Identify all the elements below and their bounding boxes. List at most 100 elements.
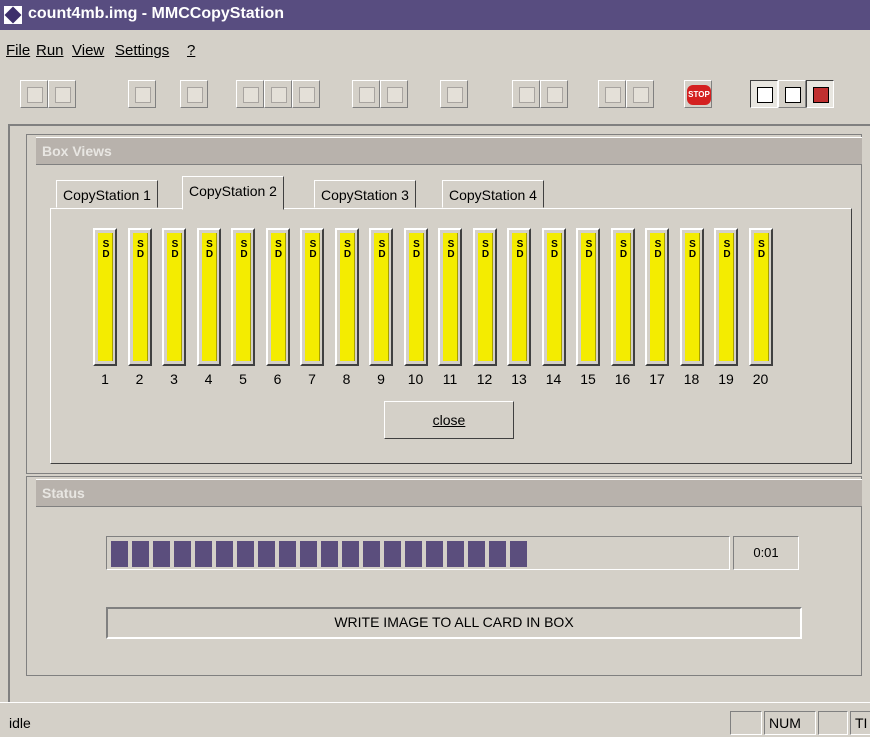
app-icon[interactable] (4, 6, 22, 24)
copy-button[interactable] (20, 80, 48, 108)
menu-run[interactable]: Run (36, 42, 64, 59)
paste-icon (55, 87, 71, 103)
sd-card-label: SD (550, 239, 559, 260)
new-icon (633, 87, 649, 103)
load-button-3[interactable] (292, 80, 320, 108)
load-button-1[interactable] (236, 80, 264, 108)
copy-icon (27, 87, 43, 103)
read-image-button[interactable] (180, 80, 208, 108)
slot-number: 6 (273, 371, 282, 387)
card-slot-5[interactable]: SD (231, 228, 255, 366)
progress-segment (237, 541, 254, 567)
card-slot-7[interactable]: SD (300, 228, 324, 366)
stop-button[interactable]: STOP (684, 80, 712, 108)
card-slot-4[interactable]: SD (196, 228, 221, 366)
card-slot-6[interactable]: SD (265, 228, 290, 366)
menu-settings[interactable]: Settings (115, 42, 169, 59)
progress-segment (321, 541, 338, 567)
list-down-icon (547, 87, 563, 103)
edit-button[interactable] (440, 80, 468, 108)
card-slot-9[interactable]: SD (369, 228, 393, 366)
sd-card: SD (201, 233, 217, 361)
card-slot-17[interactable]: SD (645, 228, 669, 366)
card-slot-13[interactable]: SD (507, 228, 531, 366)
card-slot-14[interactable]: SD (541, 228, 566, 366)
sd-card-label: SD (343, 239, 352, 260)
card-slot-2[interactable]: SD (127, 228, 152, 366)
menu-settings-label: Settings (115, 42, 170, 59)
progress-segment (300, 541, 317, 567)
window-title: count4mb.img - MMCCopyStation (28, 5, 284, 22)
slot-number: 13 (511, 371, 527, 387)
sd-card-label: SD (481, 239, 490, 260)
title-bar[interactable]: count4mb.img - MMCCopyStation (0, 0, 870, 30)
progress-segment (426, 541, 443, 567)
sort-button[interactable] (598, 80, 626, 108)
list-button-2[interactable] (540, 80, 568, 108)
progress-segment (468, 541, 485, 567)
card-slot-1[interactable]: SD (93, 228, 117, 366)
status-view-toggle[interactable] (806, 80, 834, 108)
tab-copystation-1[interactable]: CopyStation 1 (56, 180, 158, 208)
progress-segment (342, 541, 359, 567)
menu-help[interactable]: ? (187, 42, 195, 59)
slot-number: 8 (342, 371, 351, 387)
slot-number: 17 (649, 371, 665, 387)
menu-run-label: Run (36, 42, 64, 59)
edit-icon (447, 87, 463, 103)
close-button[interactable]: close (384, 401, 514, 439)
sd-card-label: SD (136, 239, 145, 260)
progress-segment (405, 541, 422, 567)
pencil-card-icon (387, 87, 403, 103)
sort-icon (605, 87, 621, 103)
card-slot-16[interactable]: SD (610, 228, 635, 366)
print-button[interactable] (128, 80, 156, 108)
card-slot-15[interactable]: SD (576, 228, 600, 366)
tab-copystation-4[interactable]: CopyStation 4 (442, 180, 544, 208)
progress-segment (216, 541, 233, 567)
menu-file[interactable]: File (6, 42, 30, 59)
new-button[interactable] (626, 80, 654, 108)
slot-number: 15 (580, 371, 596, 387)
tab-copystation-3[interactable]: CopyStation 3 (314, 180, 416, 208)
status-indicator-tail: TI (850, 711, 870, 735)
menu-view-label: View (72, 42, 105, 59)
progress-segment (153, 541, 170, 567)
progress-segment (447, 541, 464, 567)
slot-number: 2 (135, 371, 144, 387)
load-button-2[interactable] (264, 80, 292, 108)
card-slot-11[interactable]: SD (438, 228, 462, 366)
paste-button[interactable] (48, 80, 76, 108)
slot-number: 3 (170, 371, 178, 387)
card-slot-3[interactable]: SD (162, 228, 186, 366)
elapsed-time: 0:01 (733, 536, 799, 570)
card-slot-19[interactable]: SD (714, 228, 738, 366)
status-view-icon (813, 87, 829, 103)
card-slot-18[interactable]: SD (679, 228, 704, 366)
progress-segment (489, 541, 506, 567)
card-slot-8[interactable]: SD (334, 228, 359, 366)
menu-view[interactable]: View (72, 42, 104, 59)
sd-card-label: SD (102, 239, 110, 260)
list-icon (519, 87, 535, 103)
write-button-1[interactable] (352, 80, 380, 108)
write-button-2[interactable] (380, 80, 408, 108)
list-view-toggle[interactable] (778, 80, 806, 108)
card-slot-12[interactable]: SD (472, 228, 497, 366)
progress-segment (132, 541, 149, 567)
card-slot-20[interactable]: SD (748, 228, 773, 366)
list-button-1[interactable] (512, 80, 540, 108)
tab-copystation-2[interactable]: CopyStation 2 (182, 176, 284, 210)
card-slot-10[interactable]: SD (403, 228, 428, 366)
sd-card: SD (684, 233, 700, 361)
box-view-toggle[interactable] (750, 80, 778, 108)
stop-icon: STOP (687, 85, 711, 105)
sd-card-label: SD (447, 239, 455, 260)
sd-card: SD (753, 233, 769, 361)
progress-segment (279, 541, 296, 567)
slot-number: 11 (442, 371, 458, 387)
sd-card: SD (615, 233, 631, 361)
sd-card-label: SD (585, 239, 593, 260)
sd-card-label: SD (723, 239, 731, 260)
progress-segment (363, 541, 380, 567)
